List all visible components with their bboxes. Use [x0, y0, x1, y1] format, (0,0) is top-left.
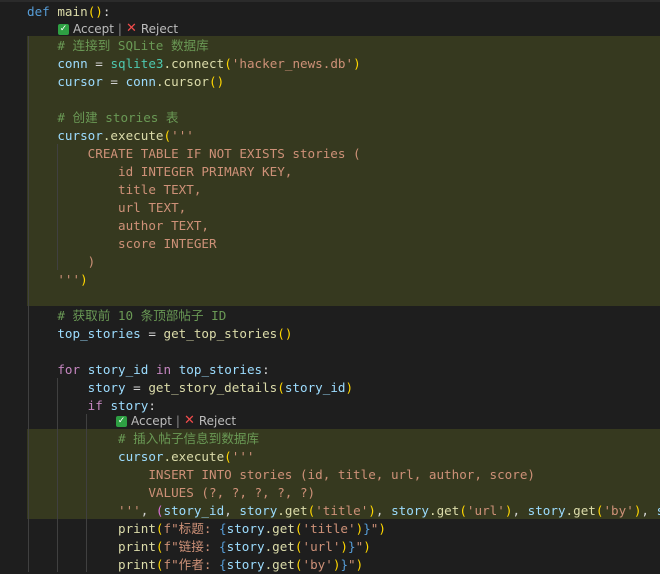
code-line-26: VALUES (?, ?, ?, ?, ?) — [118, 485, 316, 500]
code-line-25: INSERT INTO stories (id, title, url, aut… — [118, 467, 536, 482]
code-line-14: ) — [57, 254, 96, 269]
reject-button[interactable]: Reject — [199, 413, 236, 429]
code-line-17: # 获取前 10 条顶部帖子 ID — [57, 308, 227, 323]
code-line-18: top_stories = get_top_stories() — [57, 326, 293, 341]
line-number-gutter — [0, 0, 10, 572]
code-line-8: CREATE TABLE IF NOT EXISTS stories ( — [57, 146, 361, 161]
code-line-10: title TEXT, — [57, 182, 202, 197]
inline-diff-actions-1: ✓ Accept | ✕ Reject — [58, 21, 178, 37]
code-line-30: print(f"作者: {story.get('by')}") — [118, 557, 364, 572]
separator: | — [175, 414, 180, 428]
code-line-21: story = get_story_details(story_id) — [87, 380, 354, 395]
code-line-6: # 创建 stories 表 — [57, 110, 179, 125]
separator: | — [117, 22, 122, 36]
code-line-3: conn = sqlite3.connect('hacker_news.db') — [57, 56, 361, 71]
code-line-12: author TEXT, — [57, 218, 209, 233]
reject-button[interactable]: Reject — [141, 21, 178, 37]
code-line-11: url TEXT, — [57, 200, 187, 215]
code-line-29: print(f"链接: {story.get('url')}") — [118, 539, 371, 554]
code-line-1: def main(): — [27, 4, 111, 19]
code-line-28: print(f"标题: {story.get('title')}") — [118, 521, 386, 536]
code-line-15: ''') — [57, 272, 88, 287]
close-icon: ✕ — [183, 413, 195, 428]
code-line-4: cursor = conn.cursor() — [57, 74, 225, 89]
code-line-20: for story_id in top_stories: — [57, 362, 270, 377]
code-line-2: # 连接到 SQLite 数据库 — [57, 38, 209, 53]
accept-button[interactable]: Accept — [131, 413, 172, 429]
inline-diff-actions-2: ✓ Accept | ✕ Reject — [116, 413, 236, 429]
close-icon: ✕ — [125, 21, 137, 36]
accept-button[interactable]: Accept — [73, 21, 114, 37]
code-editor[interactable]: def main(): ✓ Accept | ✕ Reject # 连接到 SQ… — [0, 0, 660, 572]
code-line-13: score INTEGER — [57, 236, 217, 251]
code-line-7: cursor.execute(''' — [57, 128, 194, 143]
code-line-23: # 插入帖子信息到数据库 — [118, 431, 260, 446]
code-line-9: id INTEGER PRIMARY KEY, — [57, 164, 293, 179]
editor-top-border — [0, 0, 660, 2]
code-line-24: cursor.execute(''' — [118, 449, 255, 464]
check-icon: ✓ — [58, 23, 69, 35]
check-icon: ✓ — [116, 415, 127, 427]
code-line-27: ''', (story_id, story.get('title'), stor… — [118, 503, 660, 518]
